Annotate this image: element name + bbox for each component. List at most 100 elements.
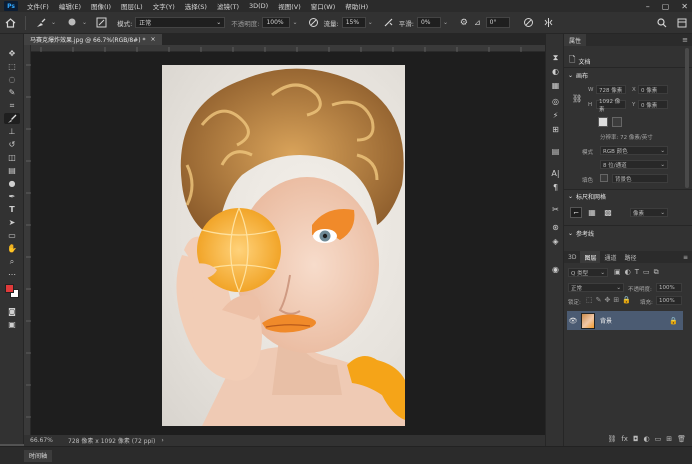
layer-filter-icons[interactable]: ▣ ◐ T ▭ ⧉ — [614, 268, 659, 277]
smoothing-field[interactable]: 0% — [416, 17, 441, 28]
close-icon[interactable]: ✕ — [681, 2, 688, 11]
rulers-grids-header[interactable]: ⌄ 标尺和网格 — [568, 192, 606, 201]
opacity-field[interactable]: 100% — [262, 17, 291, 28]
menu-file[interactable]: 文件(F) — [22, 1, 54, 11]
lock-all-icon[interactable]: 🔒 — [622, 296, 631, 304]
properties-icon[interactable]: ▤ — [549, 146, 562, 157]
stamp-tool-icon[interactable]: ⊥ — [4, 126, 20, 137]
panel-menu-icon[interactable]: ≡ — [682, 36, 688, 44]
portrait-orientation-icon[interactable] — [598, 117, 608, 127]
chevron-down-icon[interactable]: ⌄ — [82, 19, 87, 26]
document-image[interactable] — [162, 65, 405, 426]
new-layer-icon[interactable]: ⊞ — [666, 435, 672, 443]
color-icon[interactable]: ◐ — [549, 66, 562, 77]
type-filter-icon[interactable]: T — [635, 268, 639, 277]
guides-header[interactable]: ⌄ 参考线 — [568, 229, 594, 238]
adjustment-filter-icon[interactable]: ◐ — [625, 268, 631, 277]
color-mode-select[interactable]: RGB 颜色 ⌄ — [600, 146, 668, 155]
menu-image[interactable]: 图像(I) — [86, 1, 116, 11]
layer-opacity-field[interactable]: 100% — [656, 283, 682, 292]
chevron-down-icon[interactable]: ⌄ — [292, 19, 297, 26]
search-icon[interactable] — [655, 16, 669, 30]
screen-mode-icon[interactable]: ▣ — [4, 319, 20, 330]
lock-paint-icon[interactable]: ✎ — [596, 296, 602, 304]
angle-field[interactable]: 0° — [485, 17, 510, 28]
shape-filter-icon[interactable]: ▭ — [643, 268, 650, 277]
history-icon[interactable]: ⧗ — [549, 52, 562, 63]
trash-icon[interactable]: 🗑 — [677, 435, 686, 443]
group-icon[interactable]: ▭ — [655, 435, 662, 443]
tab-paths[interactable]: 路径 — [620, 251, 640, 263]
mode-select[interactable]: 正常 ⌄ — [135, 17, 226, 28]
marquee-tool-icon[interactable]: ⬚ — [4, 61, 20, 72]
add-mask-icon[interactable]: ◘ — [633, 435, 639, 443]
brush-size-icon[interactable] — [65, 16, 79, 30]
symmetry-icon[interactable] — [542, 16, 556, 30]
smart-filter-icon[interactable]: ⧉ — [654, 268, 659, 277]
pressure-size-icon[interactable] — [522, 16, 536, 30]
tool-presets-icon[interactable]: ✂ — [549, 204, 562, 215]
3d-icon[interactable]: ◉ — [549, 264, 562, 275]
gear-icon[interactable]: ⚙ — [457, 16, 471, 30]
home-icon[interactable] — [3, 16, 17, 30]
chevron-right-icon[interactable]: › — [161, 437, 163, 444]
landscape-orientation-icon[interactable] — [612, 117, 622, 127]
pixel-filter-icon[interactable]: ▣ — [614, 268, 621, 277]
clone-source-icon[interactable]: ◈ — [549, 236, 562, 247]
layer-name[interactable]: 背景 — [600, 316, 612, 325]
dodge-tool-icon[interactable]: ● — [4, 178, 20, 189]
layer-row-background[interactable]: 👁 背景 🔒 — [567, 311, 683, 330]
styles-icon[interactable]: ⚡ — [549, 110, 562, 121]
move-tool-icon[interactable]: ✥ — [4, 48, 20, 59]
paragraph-icon[interactable]: ¶ — [549, 182, 562, 193]
minimize-icon[interactable]: – — [646, 2, 650, 11]
lock-icons[interactable]: ⬚ ✎ ✥ ⊞ 🔒 — [586, 296, 631, 304]
tab-layers[interactable]: 图层 — [580, 251, 601, 263]
flow-field[interactable]: 15% — [341, 17, 366, 28]
adjustment-layer-icon[interactable]: ◐ — [644, 435, 650, 443]
chevron-down-icon[interactable]: ⌄ — [51, 19, 56, 26]
tab-3d[interactable]: 3D — [564, 251, 580, 263]
chevron-down-icon[interactable]: ⌄ — [443, 19, 448, 26]
menu-filter[interactable]: 滤镜(T) — [212, 1, 244, 11]
layer-fill-field[interactable]: 100% — [656, 296, 682, 305]
tab-channels[interactable]: 通道 — [600, 251, 620, 263]
quick-select-tool-icon[interactable]: ✎ — [4, 87, 20, 98]
y-field[interactable]: 0 像素 — [638, 100, 668, 109]
canvas-area[interactable] — [31, 52, 545, 435]
blend-mode-select[interactable]: 正常 ⌄ — [568, 283, 624, 292]
menu-help[interactable]: 帮助(H) — [340, 1, 373, 11]
airbrush-icon[interactable] — [382, 16, 396, 30]
gradient-tool-icon[interactable]: ▤ — [4, 165, 20, 176]
path-select-icon[interactable]: ➤ — [4, 217, 20, 228]
pressure-opacity-icon[interactable] — [307, 16, 321, 30]
layer-filter-select[interactable]: Q 类型 ⌄ — [568, 268, 608, 277]
brush-tool-icon[interactable] — [4, 113, 20, 124]
ruler-toggle-icon[interactable]: ⌐ — [570, 207, 582, 218]
lock-position-icon[interactable]: ✥ — [605, 296, 611, 304]
lock-artboard-icon[interactable]: ⊞ — [613, 296, 619, 304]
zoom-level[interactable]: 66.67% — [30, 437, 60, 444]
fill-select[interactable]: 背景色 — [612, 174, 668, 183]
vertical-ruler[interactable] — [24, 45, 31, 435]
guides-toggle-icon[interactable]: ▩ — [602, 207, 614, 218]
timeline-tab[interactable]: 时间轴 — [24, 449, 53, 462]
shape-tool-icon[interactable]: ▭ — [4, 230, 20, 241]
eye-icon[interactable]: 👁 — [567, 317, 579, 325]
character-icon[interactable]: A| — [549, 168, 562, 179]
hand-tool-icon[interactable]: ✋ — [4, 243, 20, 254]
swatches-icon[interactable]: ▦ — [549, 80, 562, 91]
history-brush-icon[interactable]: ↺ — [4, 139, 20, 150]
menu-edit[interactable]: 编辑(E) — [54, 1, 86, 11]
document-info[interactable]: 728 像素 x 1092 像素 (72 ppi) — [68, 436, 155, 445]
properties-tab[interactable]: 属性 — [564, 34, 587, 46]
units-select[interactable]: 像素 ⌄ — [630, 208, 668, 217]
lasso-tool-icon[interactable]: ◌ — [4, 74, 20, 85]
width-field[interactable]: 728 像素 — [596, 85, 626, 94]
pen-tool-icon[interactable]: ✒ — [4, 191, 20, 202]
eraser-tool-icon[interactable]: ◫ — [4, 152, 20, 163]
properties-scrollbar[interactable] — [685, 48, 689, 188]
panel-menu-icon[interactable]: ≡ — [679, 251, 692, 263]
zoom-tool-icon[interactable]: ⌕ — [4, 256, 20, 267]
more-tools-icon[interactable]: ⋯ — [4, 269, 20, 280]
